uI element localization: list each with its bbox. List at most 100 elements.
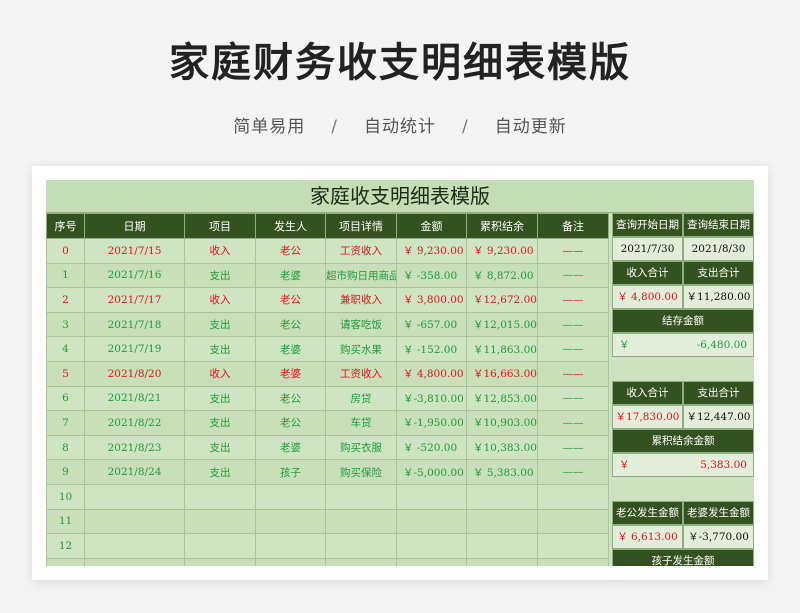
cell-type[interactable]: 收入 [184, 287, 256, 313]
cell-amount[interactable]: ￥ -358.00 [396, 262, 467, 289]
col-header-date[interactable]: 日期 [84, 213, 185, 239]
cell-person[interactable]: 老公 [255, 410, 326, 436]
income-total2-label[interactable]: 收入合计 [612, 381, 683, 405]
cell-no[interactable]: 5 [46, 360, 85, 387]
cell-date[interactable]: 2021/8/21 [84, 385, 185, 412]
cell-no[interactable]: 7 [46, 410, 85, 436]
cell-person[interactable] [255, 508, 326, 535]
cell-balance[interactable]: ￥12,672.00 [466, 287, 538, 313]
cell-note[interactable]: —— [537, 311, 609, 338]
cell-type[interactable]: 收入 [184, 360, 256, 387]
cumulative-value-cell[interactable]: ￥ 5,383.00 [612, 453, 754, 477]
cell-detail[interactable] [325, 557, 397, 566]
cell-amount[interactable] [396, 533, 467, 559]
cell-balance[interactable] [466, 508, 538, 535]
cell-person[interactable]: 老婆 [255, 262, 326, 289]
cell-note[interactable] [537, 508, 609, 535]
col-header-type[interactable]: 项目 [184, 213, 256, 239]
cell-date[interactable] [84, 557, 185, 566]
cell-date[interactable]: 2021/7/15 [84, 238, 185, 264]
cell-note[interactable]: —— [537, 434, 609, 461]
cell-person[interactable]: 老公 [255, 311, 326, 338]
cell-detail[interactable]: 超市购日用商品 [325, 262, 397, 289]
cell-person[interactable]: 老婆 [255, 360, 326, 387]
cell-detail[interactable]: 购买保险 [325, 459, 397, 485]
cell-amount[interactable]: ￥-3,810.00 [396, 385, 467, 412]
col-header-note[interactable]: 备注 [537, 213, 609, 239]
cell-date[interactable]: 2021/8/20 [84, 360, 185, 387]
cell-type[interactable] [184, 557, 256, 566]
cell-balance[interactable]: ￥12,015.00 [466, 311, 538, 338]
cell-date[interactable]: 2021/7/17 [84, 287, 185, 313]
expense-total-value[interactable]: ￥11,280.00 [683, 285, 754, 309]
col-header-detail[interactable]: 项目详情 [325, 213, 397, 239]
cell-person[interactable]: 老公 [255, 287, 326, 313]
sheet-title[interactable]: 家庭收支明细表模版 [46, 180, 754, 213]
husband-amount-label[interactable]: 老公发生金额 [612, 501, 683, 525]
cell-note[interactable]: —— [537, 360, 609, 387]
cell-type[interactable] [184, 508, 256, 535]
cell-no[interactable]: 3 [46, 311, 85, 338]
cell-balance[interactable]: ￥ 9,230.00 [466, 238, 538, 264]
cell-no[interactable]: 9 [46, 459, 85, 485]
cell-type[interactable]: 收入 [184, 238, 256, 264]
remaining-label[interactable]: 结存金额 [612, 309, 754, 333]
cell-no[interactable]: 6 [46, 385, 85, 412]
cell-type[interactable]: 支出 [184, 385, 256, 412]
cell-balance[interactable] [466, 483, 538, 510]
col-header-amount[interactable]: 金额 [396, 213, 467, 239]
husband-amount-value[interactable]: ￥ 6,613.00 [612, 525, 683, 549]
cell-date[interactable] [84, 508, 185, 535]
cumulative-label[interactable]: 累积结余金额 [612, 429, 754, 453]
cell-no[interactable]: 4 [46, 336, 85, 362]
cell-no[interactable]: 11 [46, 508, 85, 535]
cell-balance[interactable] [466, 557, 538, 566]
income-total-value[interactable]: ￥ 4,800.00 [612, 285, 683, 309]
cell-detail[interactable]: 工资收入 [325, 360, 397, 387]
cell-detail[interactable] [325, 483, 397, 510]
query-start-label[interactable]: 查询开始日期 [612, 213, 683, 237]
cell-date[interactable]: 2021/7/18 [84, 311, 185, 338]
cell-date[interactable] [84, 483, 185, 510]
cell-person[interactable]: 老婆 [255, 336, 326, 362]
cell-balance[interactable]: ￥11,863.00 [466, 336, 538, 362]
cell-amount[interactable]: ￥ 3,800.00 [396, 287, 467, 313]
cell-type[interactable] [184, 483, 256, 510]
cell-amount[interactable]: ￥-5,000.00 [396, 459, 467, 485]
cell-date[interactable]: 2021/8/23 [84, 434, 185, 461]
expense-total2-value[interactable]: ￥12,447.00 [683, 405, 754, 429]
cell-note[interactable]: —— [537, 385, 609, 412]
cell-person[interactable]: 老婆 [255, 434, 326, 461]
cell-note[interactable]: —— [537, 410, 609, 436]
cell-type[interactable]: 支出 [184, 311, 256, 338]
col-header-person[interactable]: 发生人 [255, 213, 326, 239]
income-total-label[interactable]: 收入合计 [612, 261, 683, 285]
cell-amount[interactable]: ￥ -520.00 [396, 434, 467, 461]
cell-note[interactable] [537, 483, 609, 510]
cell-detail[interactable] [325, 508, 397, 535]
cell-no[interactable]: 0 [46, 238, 85, 264]
cell-type[interactable]: 支出 [184, 434, 256, 461]
remaining-value-cell[interactable]: ￥ -6,480.00 [612, 333, 754, 357]
cell-note[interactable]: —— [537, 238, 609, 264]
query-end-value[interactable]: 2021/8/30 [683, 237, 754, 261]
cell-amount[interactable] [396, 557, 467, 566]
cell-no[interactable]: 8 [46, 434, 85, 461]
cell-date[interactable]: 2021/7/16 [84, 262, 185, 289]
query-start-value[interactable]: 2021/7/30 [612, 237, 683, 261]
cell-balance[interactable]: ￥ 5,383.00 [466, 459, 538, 485]
cell-balance[interactable]: ￥ 8,872.00 [466, 262, 538, 289]
cell-detail[interactable] [325, 533, 397, 559]
cell-note[interactable] [537, 557, 609, 566]
query-end-label[interactable]: 查询结束日期 [683, 213, 754, 237]
cell-no[interactable]: 12 [46, 533, 85, 559]
col-header-no[interactable]: 序号 [46, 213, 85, 239]
cell-note[interactable] [537, 533, 609, 559]
cell-note[interactable]: —— [537, 262, 609, 289]
wife-amount-value[interactable]: ￥-3,770.00 [683, 525, 754, 549]
cell-person[interactable] [255, 557, 326, 566]
cell-type[interactable]: 支出 [184, 336, 256, 362]
expense-total-label[interactable]: 支出合计 [683, 261, 754, 285]
cell-no[interactable]: 13 [46, 557, 85, 566]
cell-detail[interactable]: 购买水果 [325, 336, 397, 362]
